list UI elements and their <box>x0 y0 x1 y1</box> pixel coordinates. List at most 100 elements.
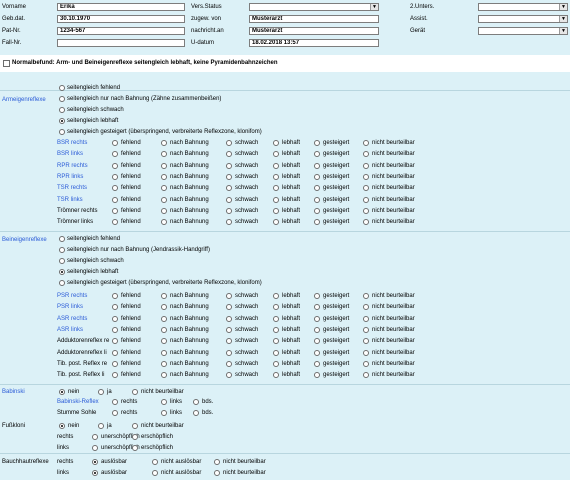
reflex-radio[interactable] <box>273 338 279 345</box>
reflex-radio[interactable] <box>273 151 279 158</box>
reflex-radio[interactable] <box>363 315 369 322</box>
reflex-radio[interactable] <box>314 140 320 146</box>
reflex-radio[interactable] <box>161 293 167 299</box>
reflex-radio[interactable] <box>226 293 232 299</box>
option-radio[interactable] <box>59 247 65 253</box>
reflex-radio[interactable] <box>226 219 232 226</box>
reflex-radio[interactable] <box>112 293 118 299</box>
reflex-radio[interactable] <box>363 151 369 158</box>
fallnr-field[interactable] <box>57 39 185 47</box>
reflex-radio[interactable] <box>363 326 369 333</box>
bauchhaut-radio[interactable] <box>214 459 220 465</box>
reflex-radio[interactable] <box>226 338 232 345</box>
reflex-radio[interactable] <box>314 349 320 356</box>
fusskloni-side-radio[interactable] <box>132 445 138 451</box>
reflex-radio[interactable] <box>363 140 369 146</box>
reflex-radio[interactable] <box>226 304 232 311</box>
gebdat-field[interactable]: 30.10.1970 <box>57 15 185 23</box>
vorname-field[interactable]: Erika <box>57 3 185 11</box>
reflex-radio[interactable] <box>226 140 232 146</box>
reflex-radio[interactable] <box>363 372 369 379</box>
option-radio[interactable] <box>59 118 65 124</box>
reflex-radio[interactable] <box>273 162 279 169</box>
reflex-radio[interactable] <box>161 372 167 379</box>
reflex-radio[interactable] <box>226 207 232 214</box>
babinski-side-radio[interactable] <box>193 399 199 405</box>
babinski-radio[interactable] <box>59 389 65 395</box>
bauchhaut-radio[interactable] <box>92 459 98 465</box>
fusskloni-side-radio[interactable] <box>92 434 98 440</box>
reflex-radio[interactable] <box>314 196 320 203</box>
reflex-radio[interactable] <box>314 304 320 311</box>
reflex-radio[interactable] <box>161 219 167 226</box>
reflex-radio[interactable] <box>112 326 118 333</box>
bauchhaut-radio[interactable] <box>214 470 220 476</box>
reflex-radio[interactable] <box>273 349 279 356</box>
reflex-radio[interactable] <box>226 151 232 158</box>
stumme-sohle-radio[interactable] <box>193 410 199 416</box>
option-radio[interactable] <box>59 269 65 275</box>
reflex-radio[interactable] <box>363 162 369 169</box>
reflex-radio[interactable] <box>161 304 167 311</box>
reflex-radio[interactable] <box>273 315 279 322</box>
reflex-radio[interactable] <box>314 326 320 333</box>
reflex-radio[interactable] <box>273 304 279 311</box>
assist-dropdown[interactable]: ▼ <box>478 15 568 23</box>
option-radio[interactable] <box>59 85 65 91</box>
reflex-radio[interactable] <box>363 293 369 299</box>
reflex-radio[interactable] <box>314 162 320 169</box>
normalbefund-checkbox[interactable] <box>3 60 10 67</box>
reflex-radio[interactable] <box>226 173 232 180</box>
reflex-radio[interactable] <box>112 349 118 356</box>
reflex-radio[interactable] <box>363 349 369 356</box>
reflex-radio[interactable] <box>161 338 167 345</box>
reflex-radio[interactable] <box>314 151 320 158</box>
reflex-radio[interactable] <box>161 151 167 158</box>
reflex-radio[interactable] <box>273 185 279 192</box>
reflex-radio[interactable] <box>273 173 279 180</box>
reflex-radio[interactable] <box>273 372 279 379</box>
reflex-radio[interactable] <box>273 326 279 333</box>
stumme-sohle-radio[interactable] <box>112 410 118 416</box>
reflex-radio[interactable] <box>161 173 167 180</box>
z-unters-dropdown[interactable]: ▼ <box>478 3 568 11</box>
bauchhaut-radio[interactable] <box>152 459 158 465</box>
reflex-radio[interactable] <box>363 207 369 214</box>
reflex-radio[interactable] <box>314 219 320 226</box>
reflex-radio[interactable] <box>112 173 118 180</box>
fusskloni-radio[interactable] <box>132 423 138 429</box>
reflex-radio[interactable] <box>112 304 118 311</box>
reflex-radio[interactable] <box>112 185 118 192</box>
reflex-radio[interactable] <box>161 315 167 322</box>
reflex-radio[interactable] <box>112 162 118 169</box>
reflex-radio[interactable] <box>226 185 232 192</box>
vers-status-dropdown[interactable]: ▼ <box>249 3 379 11</box>
option-radio[interactable] <box>59 258 65 264</box>
reflex-radio[interactable] <box>363 196 369 203</box>
bauchhaut-radio[interactable] <box>92 470 98 476</box>
reflex-radio[interactable] <box>273 140 279 146</box>
reflex-radio[interactable] <box>314 173 320 180</box>
reflex-radio[interactable] <box>363 173 369 180</box>
option-radio[interactable] <box>59 236 65 242</box>
zugew-von-field[interactable]: Musterarzt <box>249 15 379 23</box>
reflex-radio[interactable] <box>273 293 279 299</box>
option-radio[interactable] <box>59 280 65 286</box>
reflex-radio[interactable] <box>314 185 320 192</box>
reflex-radio[interactable] <box>273 196 279 203</box>
reflex-radio[interactable] <box>161 162 167 169</box>
reflex-radio[interactable] <box>226 349 232 356</box>
reflex-radio[interactable] <box>226 326 232 333</box>
geraet-dropdown[interactable]: ▼ <box>478 27 568 35</box>
reflex-radio[interactable] <box>112 219 118 226</box>
reflex-radio[interactable] <box>112 151 118 158</box>
babinski-side-radio[interactable] <box>161 399 167 405</box>
reflex-radio[interactable] <box>363 219 369 226</box>
option-radio[interactable] <box>59 129 65 135</box>
reflex-radio[interactable] <box>161 185 167 192</box>
reflex-radio[interactable] <box>273 207 279 214</box>
babinski-radio[interactable] <box>98 389 104 395</box>
option-radio[interactable] <box>59 107 65 113</box>
reflex-radio[interactable] <box>314 207 320 214</box>
patnr-field[interactable]: 1234-567 <box>57 27 185 35</box>
